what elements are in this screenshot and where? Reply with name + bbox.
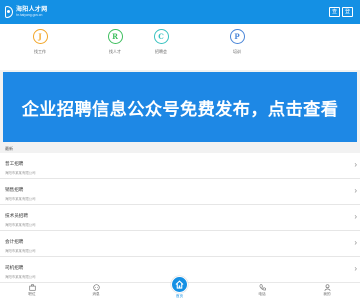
category-nav: J 找工作 R 找人才 C 招聘会 P 培训 (0, 24, 360, 70)
jobs-icon: J (32, 29, 48, 44)
tab-label: 电话 (258, 292, 266, 296)
login-button[interactable]: 登 (342, 7, 353, 17)
chevron-right-icon: › (354, 212, 357, 221)
part-time-icon: P (229, 29, 245, 44)
chevron-right-icon: › (354, 238, 357, 247)
tab-label: 职位 (28, 292, 36, 296)
tab-me[interactable]: 我的 (317, 284, 337, 297)
logo-icon (5, 6, 13, 18)
category-jobs[interactable]: J 找工作 (20, 29, 60, 55)
logo-subtitle: hr.haiyang.gov.cn (16, 13, 43, 18)
home-label: 首页 (175, 294, 184, 298)
item-subtitle: 海阳市某某有限公司 (5, 171, 36, 175)
item-title: 普工招聘 (5, 161, 24, 166)
banner-text: 企业招聘信息公众号免费发布，点击查看 (21, 99, 339, 120)
section-title: 最新 (0, 145, 360, 153)
resume-icon: R (107, 29, 123, 44)
item-title: 销售招聘 (5, 187, 24, 192)
item-subtitle: 海阳市某某有限公司 (5, 249, 36, 253)
list-item[interactable]: 会计招聘 海阳市某某有限公司 › (0, 231, 360, 257)
job-list: 普工招聘 海阳市某某有限公司 › 销售招聘 海阳市某某有限公司 › 技术员招聘 … (0, 153, 360, 283)
phone-icon (259, 284, 266, 291)
chevron-right-icon: › (354, 186, 357, 195)
category-label: 培训 (233, 49, 241, 54)
logo-title: 海阳人才网 (16, 6, 48, 13)
search-button[interactable]: 查 (329, 7, 340, 17)
tab-label: 我的 (323, 292, 331, 296)
tab-phone[interactable]: 电话 (252, 284, 272, 297)
list-item[interactable]: 普工招聘 海阳市某某有限公司 › (0, 153, 360, 179)
category-resume[interactable]: R 找人才 (95, 29, 135, 55)
site-logo[interactable]: 海阳人才网 hr.haiyang.gov.cn (5, 4, 48, 20)
item-title: 会计招聘 (5, 239, 24, 244)
category-part-time[interactable]: P 培训 (217, 29, 257, 55)
list-item[interactable]: 技术员招聘 海阳市某某有限公司 › (0, 205, 360, 231)
category-company[interactable]: C 招聘会 (141, 29, 181, 55)
tab-jobs[interactable]: 职位 (22, 284, 42, 297)
home-button[interactable] (171, 276, 188, 293)
briefcase-icon (28, 284, 36, 291)
chevron-right-icon: › (354, 160, 357, 169)
tab-chat[interactable]: 消息 (86, 284, 106, 297)
category-label: 招聘会 (155, 49, 167, 54)
chat-icon (92, 284, 100, 291)
company-icon: C (153, 29, 169, 44)
item-subtitle: 海阳市某某有限公司 (5, 223, 36, 227)
promo-banner[interactable]: 企业招聘信息公众号免费发布，点击查看 (3, 72, 357, 142)
home-icon (175, 280, 184, 289)
item-subtitle: 海阳市某某有限公司 (5, 197, 36, 201)
category-label: 找工作 (34, 49, 46, 54)
item-subtitle: 海阳市某某有限公司 (5, 275, 36, 279)
list-item[interactable]: 销售招聘 海阳市某某有限公司 › (0, 179, 360, 205)
top-header: 海阳人才网 hr.haiyang.gov.cn 查 登 (0, 0, 360, 24)
category-label: 找人才 (109, 49, 121, 54)
chevron-right-icon: › (354, 264, 357, 273)
item-title: 技术员招聘 (5, 213, 28, 218)
user-icon (323, 284, 331, 291)
item-title: 司机招聘 (5, 265, 24, 270)
tab-label: 消息 (92, 292, 100, 296)
